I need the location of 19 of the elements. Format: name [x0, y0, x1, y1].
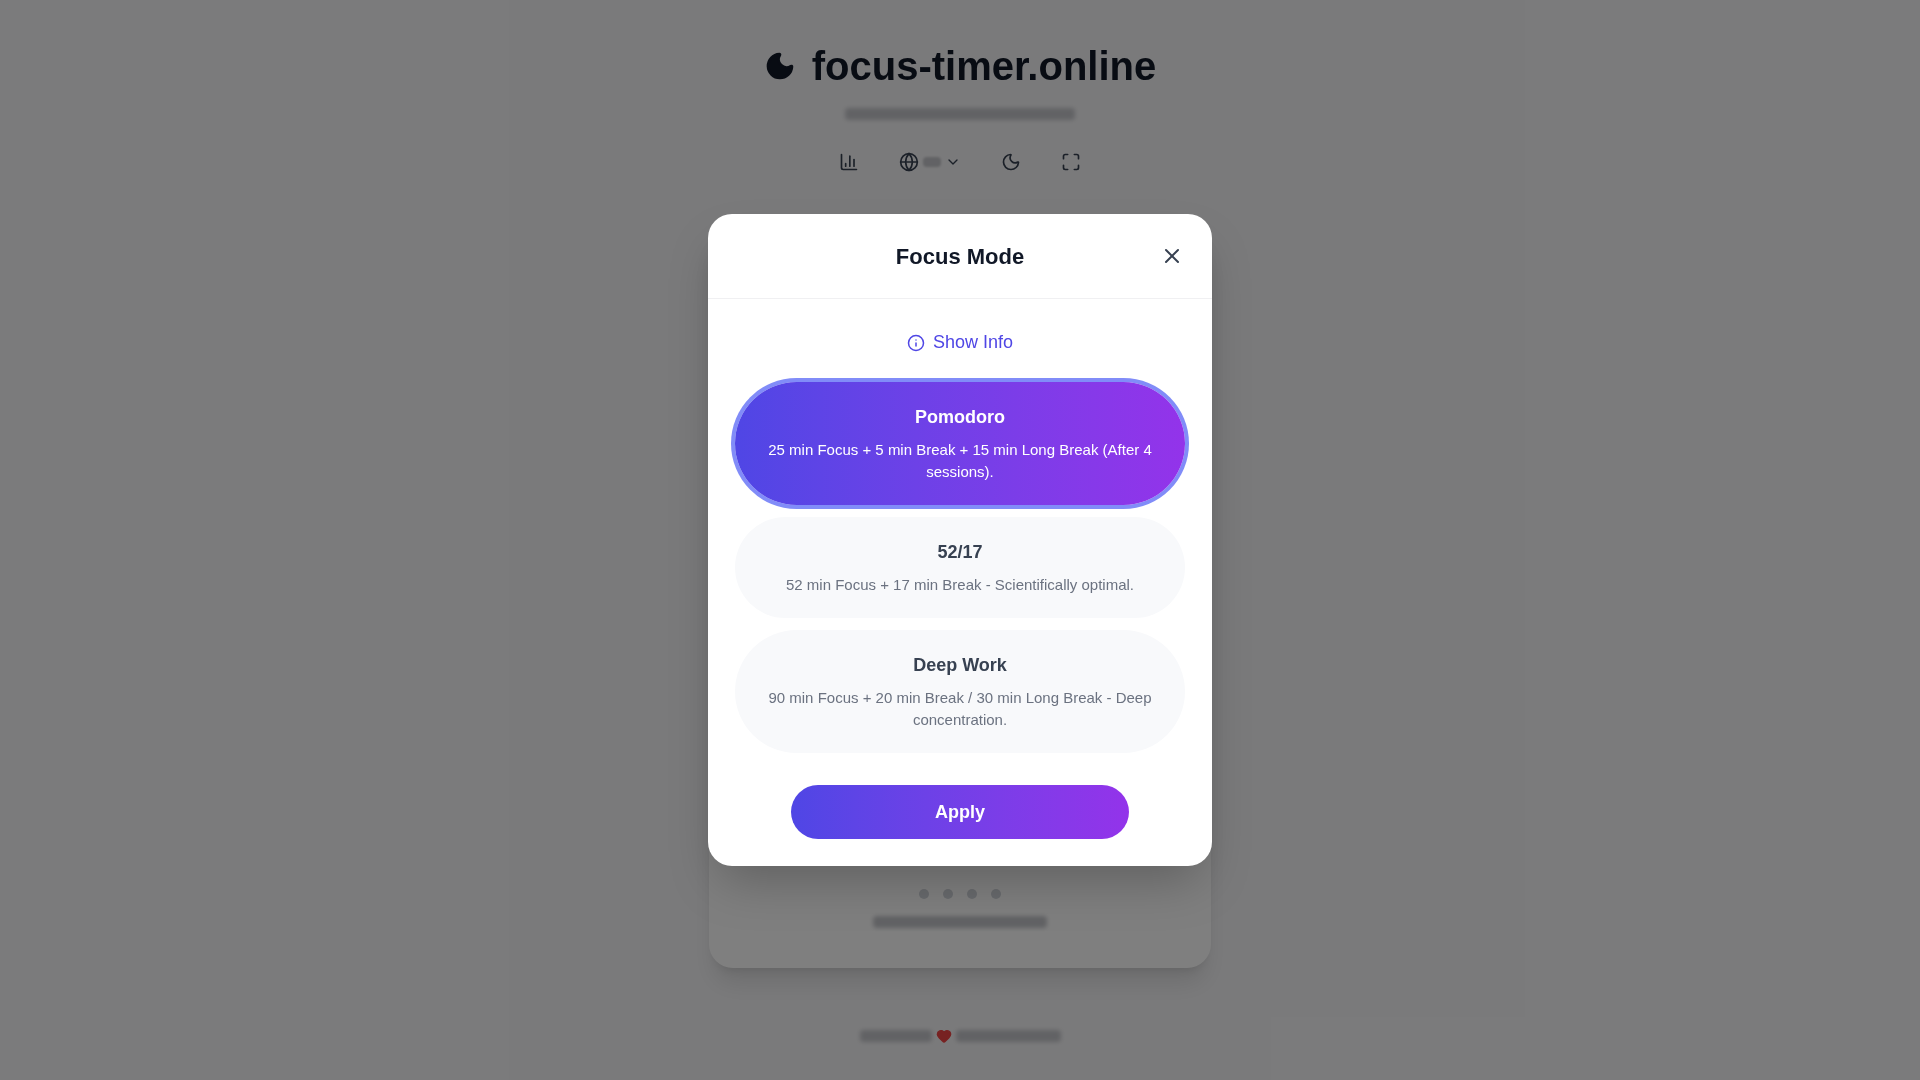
mode-description: 25 min Focus + 5 min Break + 15 min Long Break (After 4 sessions). — [767, 440, 1153, 482]
blurred-text — [923, 157, 941, 167]
dialog-title: Focus Mode — [895, 242, 1025, 271]
mode-name: Deep Work — [913, 654, 1007, 677]
mode-description: 90 min Focus + 20 min Break / 30 min Long Break - Deep concentration. — [767, 688, 1153, 730]
mode-option[interactable]: Deep Work 90 min Focus + 20 min Break / 30 min Long Break - Deep concentration. — [735, 630, 1185, 753]
site-logo: focus-timer.online — [811, 43, 1157, 90]
globe-icon[interactable] — [899, 152, 919, 172]
heart-icon — [935, 1028, 952, 1044]
apply-button[interactable]: Apply — [791, 785, 1129, 839]
show-info-link[interactable]: Show Info — [906, 329, 1014, 356]
fullscreen-icon[interactable] — [1061, 152, 1081, 172]
theme-icon[interactable] — [1001, 152, 1021, 172]
mode-description: 52 min Focus + 17 min Break - Scientifically optimal. — [785, 575, 1135, 595]
mode-name: Pomodoro — [915, 406, 1005, 429]
info-icon — [906, 333, 925, 352]
mode-option[interactable]: 52/17 52 min Focus + 17 min Break - Scientifically optimal. — [735, 517, 1185, 618]
mode-name: 52/17 — [937, 541, 983, 564]
chart-icon[interactable] — [839, 152, 859, 172]
